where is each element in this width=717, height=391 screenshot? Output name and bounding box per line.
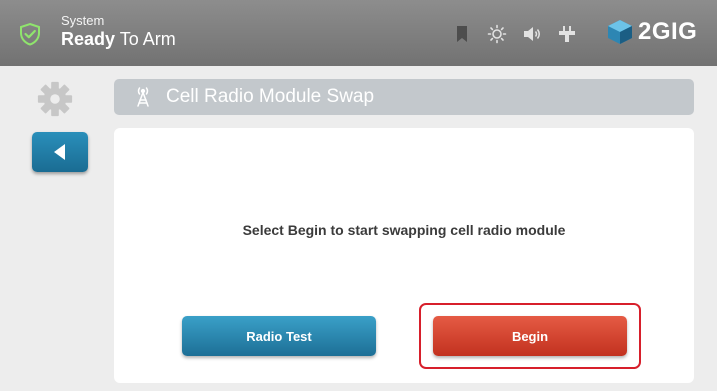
settings-gear-icon[interactable] <box>36 80 74 118</box>
back-button[interactable] <box>32 132 88 172</box>
page-title-bar: Cell Radio Module Swap <box>114 79 694 115</box>
brand-name: 2GIG <box>638 18 698 45</box>
system-status-bold: Ready <box>61 29 116 49</box>
bookmark-icon[interactable] <box>452 24 472 44</box>
back-arrow-icon <box>54 144 65 160</box>
cell-tower-icon <box>137 87 149 107</box>
system-status-rest: To Arm <box>115 29 176 49</box>
page-title: Cell Radio Module Swap <box>166 86 375 107</box>
begin-button[interactable]: Begin <box>433 316 627 356</box>
brand-cube-icon <box>608 20 632 44</box>
top-status-bar: System Ready To Arm 2GIG <box>0 0 717 66</box>
content-card: Select Begin to start swapping cell radi… <box>114 128 694 383</box>
system-label: System <box>61 13 105 28</box>
power-plug-icon[interactable] <box>557 24 577 44</box>
shield-check-icon <box>20 22 40 46</box>
brand-logo: 2GIG <box>606 18 697 46</box>
brightness-icon[interactable] <box>487 24 507 44</box>
instruction-text: Select Begin to start swapping cell radi… <box>242 222 566 238</box>
radio-test-button[interactable]: Radio Test <box>182 316 376 356</box>
system-status: Ready To Arm <box>61 29 176 50</box>
volume-icon[interactable] <box>522 24 542 44</box>
